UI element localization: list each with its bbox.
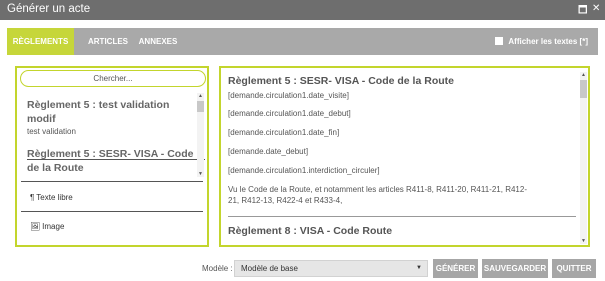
model-select[interactable]: Modèle de base ▼ <box>234 260 428 277</box>
scrollbar-thumb[interactable] <box>197 101 204 112</box>
chevron-down-icon: ▼ <box>416 265 422 271</box>
model-select-value: Modèle de base <box>241 264 298 273</box>
preview-line: [demande.circulation1.date_visite] <box>228 91 349 100</box>
tab-reglements[interactable]: RÈGLEMENTS <box>7 28 74 55</box>
tab-annexes[interactable]: ANNEXES <box>133 28 183 55</box>
window-titlebar: Générer un acte 🗖 ✕ <box>0 0 605 20</box>
close-icon[interactable]: ✕ <box>592 3 600 14</box>
show-texts-label: Afficher les textes [*] <box>508 37 588 46</box>
image-label: Image <box>42 222 65 231</box>
list-item[interactable]: Règlement 5 : test validation modif test… <box>27 98 195 136</box>
section-title: Règlement 5 : SESR- VISA - Code de la Ro… <box>228 75 454 87</box>
list-item[interactable]: Règlement 5 : SESR- VISA - Code de la Ro… <box>27 147 195 175</box>
reglement-list: Règlement 5 : test validation modif test… <box>17 90 207 179</box>
section-title: Règlement 8 : VISA - Code Route <box>228 225 393 237</box>
preview-content: Règlement 5 : SESR- VISA - Code de la Ro… <box>221 68 579 245</box>
preview-panel: Règlement 5 : SESR- VISA - Code de la Ro… <box>219 66 590 247</box>
scroll-up-icon[interactable]: ▲ <box>197 93 204 99</box>
image-icon: 🖼 <box>30 222 41 231</box>
tab-bar: RÈGLEMENTS ARTICLES ANNEXES Afficher les… <box>7 28 598 55</box>
preview-line: Vu le Code de la Route, et notamment les… <box>228 185 527 205</box>
panel-divider <box>21 181 203 182</box>
preview-line: [demande.circulation1.interdiction_circu… <box>228 166 380 175</box>
list-item-title: Règlement 5 : SESR- VISA - Code de la Ro… <box>27 148 194 174</box>
list-scrollbar[interactable]: ▲ ▼ <box>197 93 204 177</box>
free-text-label: Texte libre <box>36 193 73 202</box>
scroll-down-icon[interactable]: ▼ <box>197 171 204 177</box>
section-divider <box>228 216 576 217</box>
show-texts-toggle[interactable]: Afficher les textes [*] <box>495 28 588 55</box>
maximize-icon[interactable]: 🗖 <box>578 3 588 20</box>
quit-button[interactable]: QUITTER <box>552 259 596 278</box>
preview-scrollbar[interactable]: ▲ ▼ <box>580 72 587 244</box>
scroll-up-icon[interactable]: ▲ <box>580 72 587 78</box>
preview-line: [demande.circulation1.date_debut] <box>228 109 351 118</box>
paragraph-icon: ¶ <box>30 193 35 202</box>
panel-divider <box>21 211 203 212</box>
preview-line: [demande.date_debut] <box>228 147 309 156</box>
reglement-list-panel: Chercher... Règlement 5 : test validatio… <box>15 66 209 247</box>
search-input[interactable]: Chercher... <box>20 70 206 87</box>
show-texts-checkbox[interactable] <box>495 36 504 45</box>
scroll-down-icon[interactable]: ▼ <box>580 238 587 244</box>
preview-line: [demande.circulation1.date_fin] <box>228 128 340 137</box>
window-title: Générer un acte <box>7 3 91 15</box>
image-tool[interactable]: 🖼 Image <box>30 222 64 231</box>
list-item-subtitle: test validation <box>27 127 76 136</box>
free-text-tool[interactable]: ¶ Texte libre <box>30 193 73 202</box>
scrollbar-thumb[interactable] <box>580 80 587 98</box>
list-item-title: Règlement 5 : test validation modif <box>27 99 170 125</box>
tab-articles[interactable]: ARTICLES <box>74 28 142 55</box>
model-label: Modèle : <box>202 264 233 273</box>
save-button[interactable]: SAUVEGARDER <box>482 259 548 278</box>
generate-button[interactable]: GÉNÉRER <box>433 259 478 278</box>
